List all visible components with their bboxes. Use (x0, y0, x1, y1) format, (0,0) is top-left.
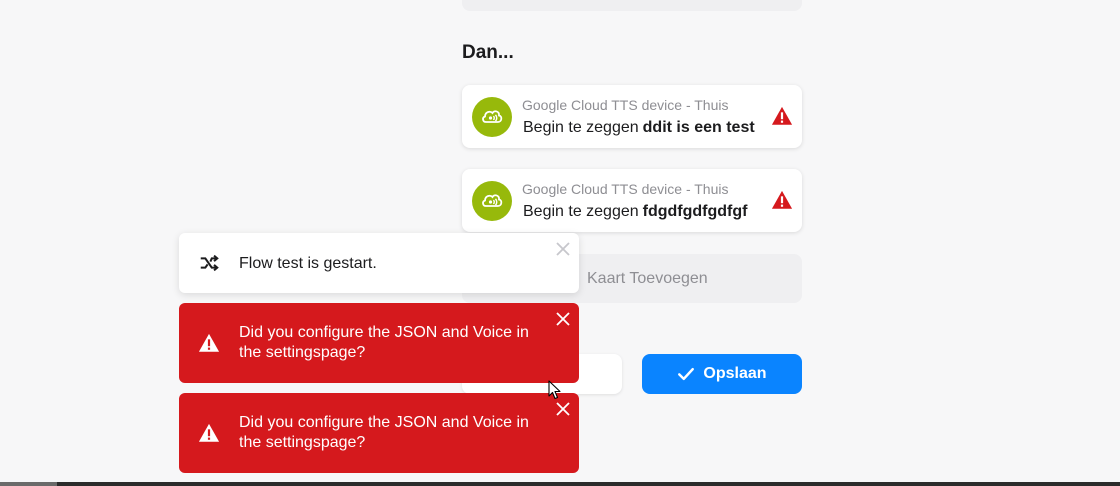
action-card[interactable]: Google Cloud TTS device - Thuis Begin te… (462, 85, 802, 148)
warning-icon (198, 333, 220, 352)
action-value: ddit is een test (642, 119, 755, 136)
shuffle-icon (200, 254, 219, 272)
close-icon[interactable] (556, 312, 570, 326)
previous-card (462, 0, 802, 11)
save-button-label: Opslaan (703, 365, 767, 382)
warning-icon[interactable] (771, 105, 793, 127)
device-name: Google Cloud TTS device - Thuis (522, 181, 729, 197)
warning-icon[interactable] (771, 189, 793, 211)
toast-error: Did you configure the JSON and Voice in … (179, 393, 579, 473)
bottom-bar-segment (0, 482, 57, 486)
save-button[interactable]: Opslaan (642, 354, 802, 394)
device-name: Google Cloud TTS device - Thuis (522, 97, 729, 113)
action-value: fdgdfgdfgdfgf (642, 203, 748, 220)
tts-device-icon (472, 97, 512, 137)
action-text: Begin te zeggen ddit is een test (523, 119, 755, 136)
close-icon[interactable] (556, 242, 570, 256)
mouse-cursor-icon (548, 380, 561, 400)
add-card-label: Kaart Toevoegen (587, 270, 708, 287)
toast-message: Flow test is gestart. (239, 255, 377, 272)
section-title-then: Dan... (462, 42, 514, 63)
toast-error: Did you configure the JSON and Voice in … (179, 303, 579, 383)
action-text: Begin te zeggen fdgdfgdfgdfgf (523, 203, 748, 220)
tts-device-icon (472, 181, 512, 221)
checkmark-icon (678, 367, 695, 381)
toast-message: Did you configure the JSON and Voice in … (239, 324, 529, 361)
toast-info: Flow test is gestart. (179, 233, 579, 293)
toast-message: Did you configure the JSON and Voice in … (239, 414, 529, 451)
bottom-bar (0, 482, 1120, 486)
warning-icon (198, 423, 220, 442)
action-card[interactable]: Google Cloud TTS device - Thuis Begin te… (462, 169, 802, 232)
close-icon[interactable] (556, 402, 570, 416)
